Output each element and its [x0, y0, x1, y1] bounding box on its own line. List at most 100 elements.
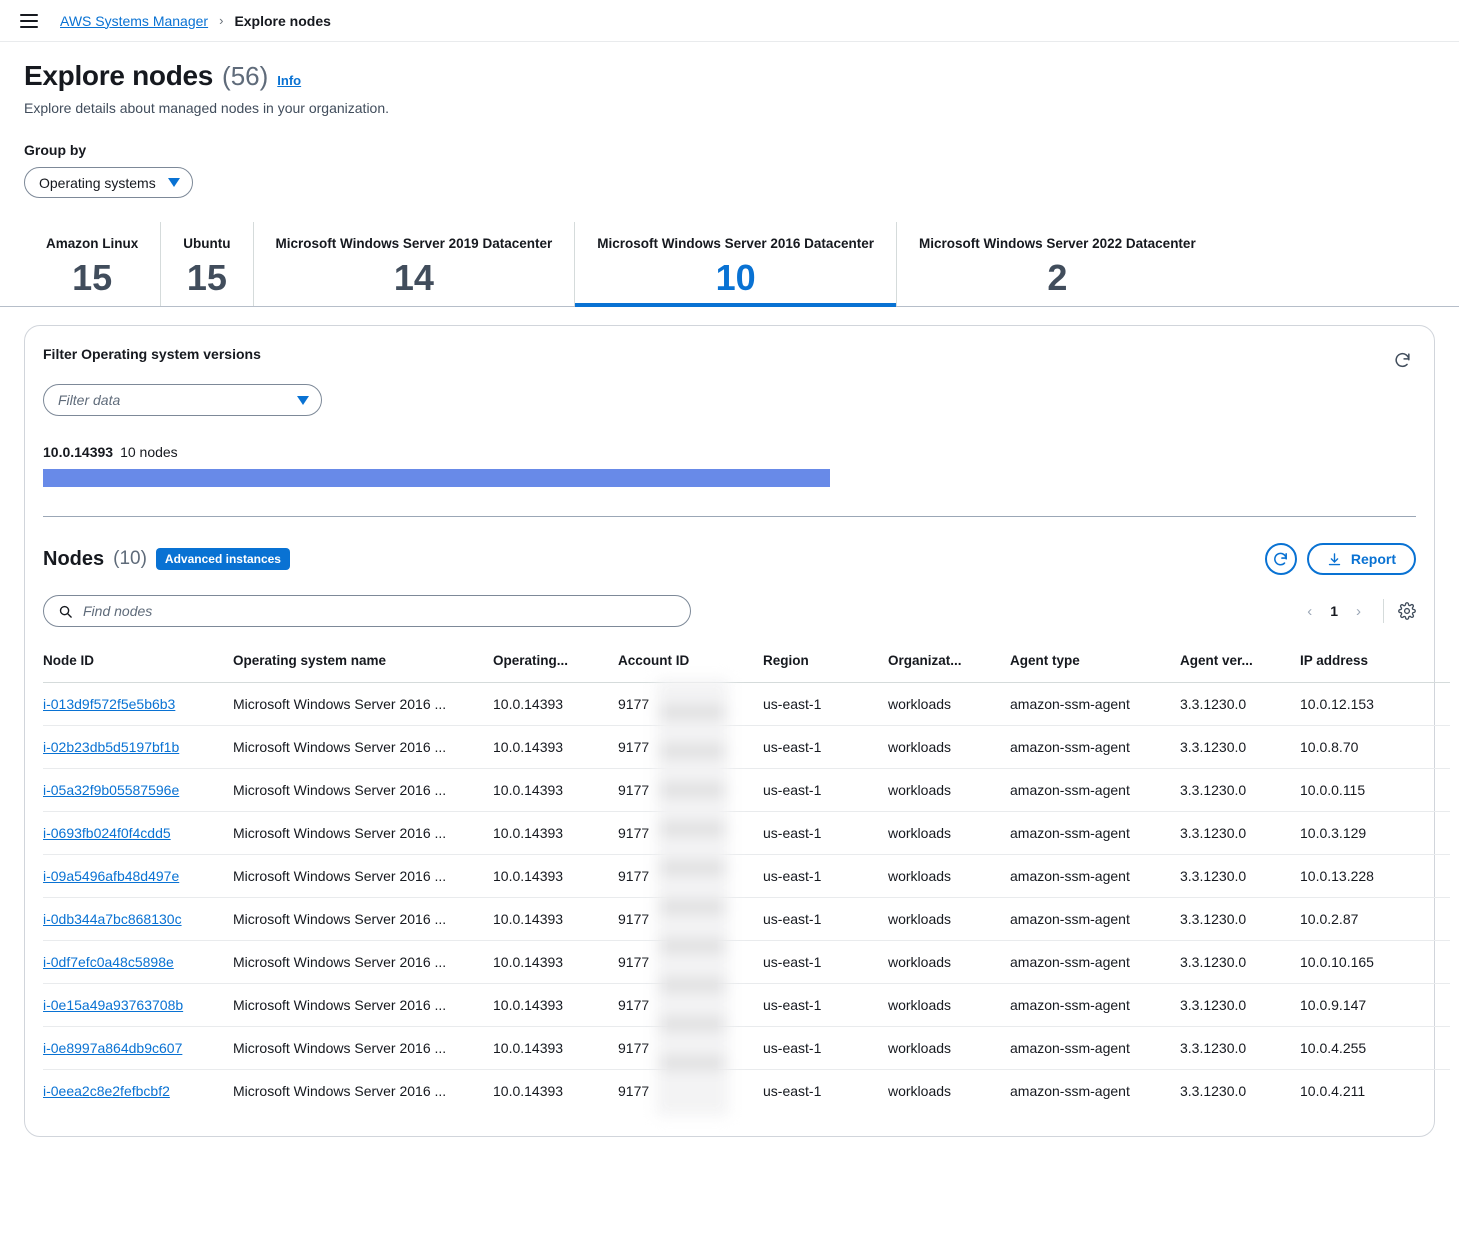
group-by-section: Group by Operating systems: [0, 116, 1459, 198]
cell-organization: workloads: [888, 1027, 1010, 1070]
node-id-link[interactable]: i-0eea2c8e2fefbcbf2: [43, 1083, 170, 1099]
download-icon: [1327, 552, 1342, 567]
cell-os-name: Microsoft Windows Server 2016 ...: [233, 855, 493, 898]
cell-node-id[interactable]: i-02b23db5d5197bf1b: [43, 726, 233, 769]
node-id-link[interactable]: i-05a32f9b05587596e: [43, 782, 179, 798]
node-id-link[interactable]: i-0df7efc0a48c5898e: [43, 954, 174, 970]
group-by-select[interactable]: Operating systems: [24, 167, 193, 198]
cell-os-name: Microsoft Windows Server 2016 ...: [233, 1027, 493, 1070]
cell-os-name: Microsoft Windows Server 2016 ...: [233, 812, 493, 855]
nodes-table: Node IDOperating system nameOperating...…: [43, 645, 1450, 1112]
pagination-next[interactable]: ›: [1348, 601, 1369, 622]
table-controls: Find nodes ‹ 1 ›: [43, 595, 1416, 627]
column-header[interactable]: Agent type: [1010, 645, 1180, 683]
tab-label: Microsoft Windows Server 2022 Datacenter: [919, 236, 1196, 251]
report-button[interactable]: Report: [1307, 543, 1416, 575]
tab-microsoft-windows-server-2019-datacenter[interactable]: Microsoft Windows Server 2019 Datacenter…: [254, 222, 576, 306]
cell-node-id[interactable]: i-0e15a49a93763708b: [43, 984, 233, 1027]
page-header: Explore nodes (56) Info Explore details …: [0, 42, 1459, 116]
cell-node-id[interactable]: i-0e8997a864db9c607: [43, 1027, 233, 1070]
cell-account-id: 9177: [618, 855, 763, 898]
node-id-link[interactable]: i-09a5496afb48d497e: [43, 868, 179, 884]
cell-node-id[interactable]: i-013d9f572f5e5b6b3: [43, 683, 233, 726]
column-header[interactable]: Organizat...: [888, 645, 1010, 683]
cell-region: us-east-1: [763, 984, 888, 1027]
cell-os-version: 10.0.14393: [493, 984, 618, 1027]
cell-ip-address: 10.0.3.129: [1300, 812, 1450, 855]
table-header: Node IDOperating system nameOperating...…: [43, 645, 1450, 683]
column-header[interactable]: Operating...: [493, 645, 618, 683]
cell-agent-type: amazon-ssm-agent: [1010, 855, 1180, 898]
node-id-link[interactable]: i-0e8997a864db9c607: [43, 1040, 182, 1056]
page-title-count: (56): [222, 61, 268, 92]
cell-region: us-east-1: [763, 898, 888, 941]
section-divider: [43, 516, 1416, 517]
cell-account-id: 9177: [618, 898, 763, 941]
column-header[interactable]: Agent ver...: [1180, 645, 1300, 683]
node-id-link[interactable]: i-02b23db5d5197bf1b: [43, 739, 179, 755]
tab-value: 15: [183, 259, 230, 297]
refresh-icon[interactable]: [1388, 346, 1416, 374]
cell-agent-version: 3.3.1230.0: [1180, 1070, 1300, 1113]
cell-region: us-east-1: [763, 855, 888, 898]
cell-ip-address: 10.0.8.70: [1300, 726, 1450, 769]
cell-region: us-east-1: [763, 1027, 888, 1070]
node-id-link[interactable]: i-0693fb024f0f4cdd5: [43, 825, 171, 841]
node-id-link[interactable]: i-0e15a49a93763708b: [43, 997, 183, 1013]
cell-region: us-east-1: [763, 769, 888, 812]
tab-microsoft-windows-server-2016-datacenter[interactable]: Microsoft Windows Server 2016 Datacenter…: [575, 222, 897, 306]
refresh-button[interactable]: [1265, 543, 1297, 575]
filter-data-placeholder: Filter data: [58, 392, 120, 408]
column-header[interactable]: Node ID: [43, 645, 233, 683]
pagination-prev[interactable]: ‹: [1299, 601, 1320, 622]
cell-organization: workloads: [888, 769, 1010, 812]
tab-label: Microsoft Windows Server 2016 Datacenter: [597, 236, 874, 251]
node-id-link[interactable]: i-0db344a7bc868130c: [43, 911, 182, 927]
tab-label: Ubuntu: [183, 236, 230, 251]
cell-node-id[interactable]: i-0693fb024f0f4cdd5: [43, 812, 233, 855]
column-header[interactable]: Region: [763, 645, 888, 683]
cell-os-name: Microsoft Windows Server 2016 ...: [233, 726, 493, 769]
cell-os-name: Microsoft Windows Server 2016 ...: [233, 941, 493, 984]
cell-ip-address: 10.0.12.153: [1300, 683, 1450, 726]
table-row: i-0df7efc0a48c5898e Microsoft Windows Ser…: [43, 941, 1450, 984]
cell-organization: workloads: [888, 898, 1010, 941]
column-header[interactable]: IP address: [1300, 645, 1450, 683]
top-navigation-bar: AWS Systems Manager › Explore nodes: [0, 0, 1459, 42]
filter-data-input[interactable]: Filter data: [43, 384, 322, 416]
cell-node-id[interactable]: i-0df7efc0a48c5898e: [43, 941, 233, 984]
cell-account-id: 9177: [618, 984, 763, 1027]
cell-account-id: 9177: [618, 769, 763, 812]
breadcrumb-item-root[interactable]: AWS Systems Manager: [60, 13, 208, 29]
cell-node-id[interactable]: i-09a5496afb48d497e: [43, 855, 233, 898]
pagination-current-page[interactable]: 1: [1326, 603, 1342, 619]
tab-amazon-linux[interactable]: Amazon Linux15: [24, 222, 161, 306]
table-row: i-05a32f9b05587596eMicrosoft Windows Ser…: [43, 769, 1450, 812]
hamburger-icon[interactable]: [20, 14, 38, 28]
cell-agent-type: amazon-ssm-agent: [1010, 726, 1180, 769]
info-link[interactable]: Info: [277, 73, 301, 88]
bar-caption: 10.0.1439310 nodes: [43, 444, 1416, 460]
filter-label: Filter Operating system versions: [43, 346, 261, 362]
page-title: Explore nodes: [24, 60, 213, 92]
table-row: i-0693fb024f0f4cdd5 Microsoft Windows Ser…: [43, 812, 1450, 855]
cell-node-id[interactable]: i-0db344a7bc868130c: [43, 898, 233, 941]
cell-agent-type: amazon-ssm-agent: [1010, 812, 1180, 855]
cell-node-id[interactable]: i-0eea2c8e2fefbcbf2: [43, 1070, 233, 1113]
tab-microsoft-windows-server-2022-datacenter[interactable]: Microsoft Windows Server 2022 Datacenter…: [897, 222, 1218, 306]
column-header[interactable]: Account ID: [618, 645, 763, 683]
table-row: i-0e15a49a93763708b Microsoft Windows Ser…: [43, 984, 1450, 1027]
column-header[interactable]: Operating system name: [233, 645, 493, 683]
gear-icon[interactable]: [1398, 602, 1416, 620]
search-input[interactable]: Find nodes: [43, 595, 691, 627]
node-id-link[interactable]: i-013d9f572f5e5b6b3: [43, 696, 175, 712]
cell-os-name: Microsoft Windows Server 2016 ...: [233, 984, 493, 1027]
tab-value: 2: [919, 259, 1196, 297]
cell-agent-type: amazon-ssm-agent: [1010, 898, 1180, 941]
cell-node-id[interactable]: i-05a32f9b05587596e: [43, 769, 233, 812]
bar-nodes-label: 10 nodes: [120, 444, 178, 460]
cell-os-version: 10.0.14393: [493, 683, 618, 726]
nodes-card: Filter Operating system versions Filter …: [24, 325, 1435, 1137]
tab-value: 14: [276, 259, 553, 297]
tab-ubuntu[interactable]: Ubuntu 15: [161, 222, 253, 306]
